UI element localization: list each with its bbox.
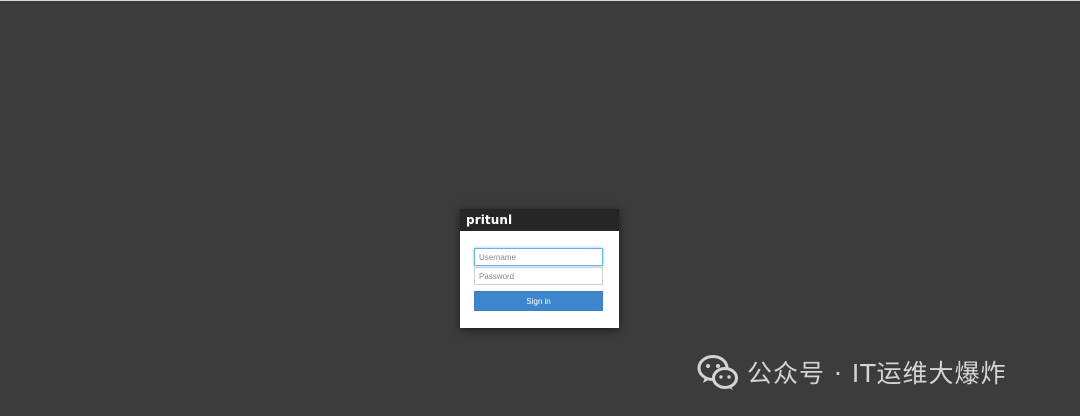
watermark-text: 公众号 · IT运维大爆炸 [747,359,1007,388]
password-input[interactable] [474,267,603,285]
top-border-line [0,0,1080,1]
login-dialog: pritunl Sign in [460,209,619,328]
watermark: 公众号 · IT运维大爆炸 [697,352,1007,392]
wechat-icon [697,355,738,390]
username-input[interactable] [474,248,603,266]
sign-in-button[interactable]: Sign in [474,291,603,311]
pritunl-logo: pritunl [460,209,619,231]
